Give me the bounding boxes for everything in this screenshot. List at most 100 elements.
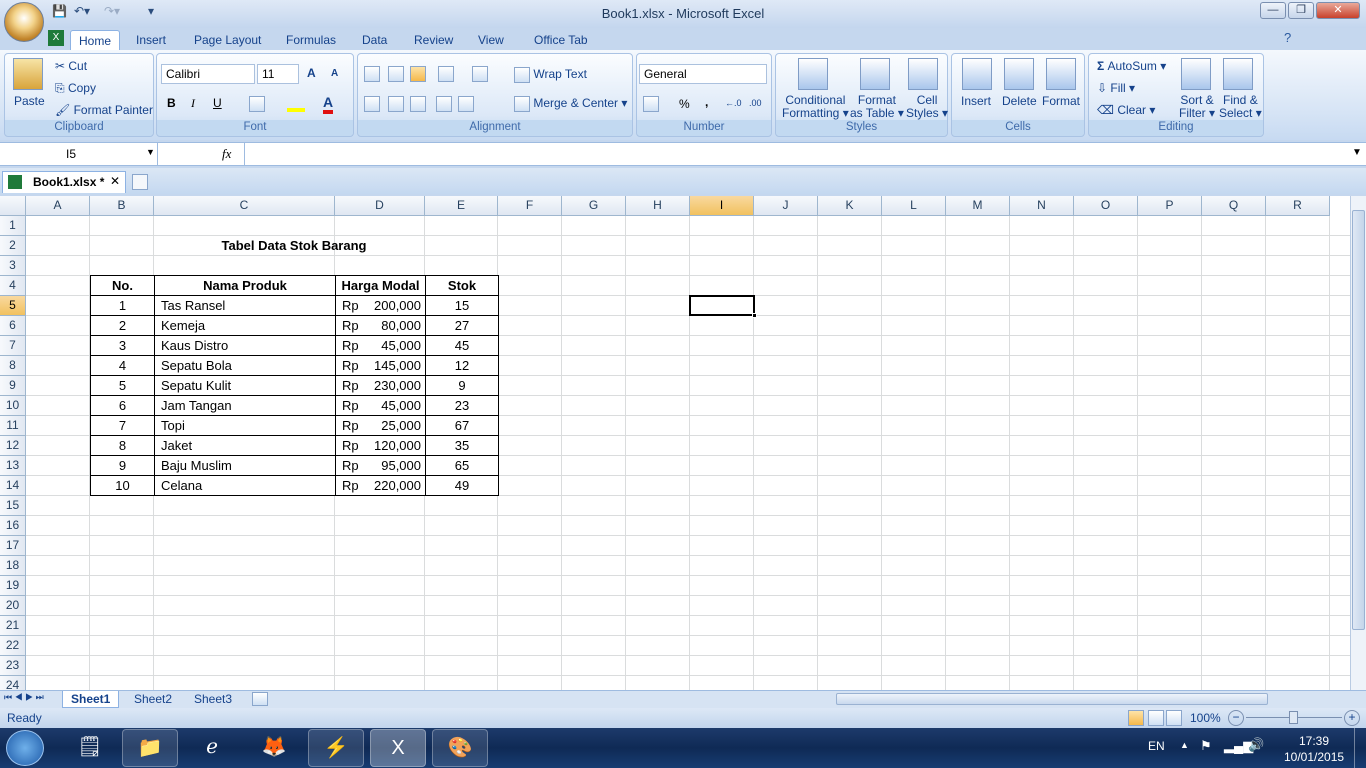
- row-header-8[interactable]: 8: [0, 356, 26, 376]
- maximize-button[interactable]: ❐: [1288, 2, 1314, 19]
- taskbar-paint-icon[interactable]: 🎨: [432, 729, 488, 767]
- format-button[interactable]: Format: [1042, 94, 1080, 108]
- undo-icon[interactable]: ↶▾: [74, 4, 90, 22]
- taskbar-ie-icon[interactable]: ℯ: [184, 729, 240, 767]
- help-icon[interactable]: ?: [1284, 30, 1291, 45]
- format-painter-button[interactable]: 🖌 Format Painter: [55, 103, 153, 117]
- redo-icon[interactable]: ↷▾: [104, 4, 120, 22]
- find-select-button[interactable]: Find & Select ▾: [1219, 94, 1262, 120]
- tab-formulas[interactable]: Formulas: [278, 30, 344, 50]
- taskbar-app-icon[interactable]: ⚡: [308, 729, 364, 767]
- row-header-1[interactable]: 1: [0, 216, 26, 236]
- formula-input[interactable]: [244, 143, 1350, 165]
- zoom-level[interactable]: 100%: [1190, 711, 1221, 725]
- language-indicator[interactable]: EN: [1148, 739, 1165, 753]
- row-header-21[interactable]: 21: [0, 616, 26, 636]
- delete-button[interactable]: Delete: [1002, 94, 1037, 108]
- row-header-7[interactable]: 7: [0, 336, 26, 356]
- decrease-decimal-button[interactable]: .00: [749, 98, 762, 108]
- increase-indent-icon[interactable]: [458, 96, 474, 112]
- currency-icon[interactable]: [643, 96, 659, 112]
- selected-cell-I5[interactable]: [689, 295, 755, 316]
- align-left-icon[interactable]: [364, 96, 380, 112]
- worksheet-grid[interactable]: A B C D E F G H I J K L M N O P Q R 1 2 3 4 5 6 7 8 9 10 11 12 13 14 15 1…: [0, 196, 1350, 690]
- save-icon[interactable]: 💾: [52, 4, 67, 22]
- row-header-23[interactable]: 23: [0, 656, 26, 676]
- copy-button[interactable]: ⎘ Copy: [55, 81, 96, 96]
- tab-page-layout[interactable]: Page Layout: [186, 30, 269, 50]
- insert-function-button[interactable]: fx: [222, 146, 231, 162]
- row-header-20[interactable]: 20: [0, 596, 26, 616]
- text-direction-icon[interactable]: [472, 66, 488, 82]
- close-button[interactable]: ✕: [1316, 2, 1360, 19]
- column-header-K[interactable]: K: [818, 196, 882, 216]
- row-header-10[interactable]: 10: [0, 396, 26, 416]
- minimize-button[interactable]: —: [1260, 2, 1286, 19]
- underline-button[interactable]: U: [213, 96, 222, 110]
- cut-button[interactable]: ✂ Cut: [55, 59, 87, 73]
- clock[interactable]: 17:39 10/01/2015: [1284, 733, 1344, 765]
- italic-button[interactable]: I: [191, 96, 195, 111]
- sheet-tab-sheet1[interactable]: Sheet1: [62, 691, 120, 708]
- column-header-D[interactable]: D: [335, 196, 425, 216]
- font-color-icon[interactable]: A: [323, 94, 334, 114]
- sheet-nav-arrows[interactable]: ⏮ ◀ ▶ ⏭: [4, 692, 44, 703]
- action-center-icon[interactable]: ⚑: [1200, 738, 1212, 754]
- format-as-table-button[interactable]: Format as Table ▾: [850, 94, 904, 120]
- decrease-indent-icon[interactable]: [436, 96, 452, 112]
- row-header-18[interactable]: 18: [0, 556, 26, 576]
- tab-office-tab[interactable]: Office Tab: [526, 30, 596, 50]
- font-size-select[interactable]: 11: [257, 64, 299, 84]
- zoom-out-button[interactable]: −: [1228, 710, 1244, 726]
- column-header-Q[interactable]: Q: [1202, 196, 1266, 216]
- select-all-corner[interactable]: [0, 196, 26, 216]
- clear-button[interactable]: ⌫ Clear ▾: [1097, 103, 1155, 117]
- comma-button[interactable]: ,: [705, 95, 708, 109]
- row-header-3[interactable]: 3: [0, 256, 26, 276]
- show-hidden-icons[interactable]: ▲: [1180, 740, 1189, 750]
- tab-view[interactable]: View: [470, 30, 512, 50]
- volume-icon[interactable]: 🔊: [1248, 737, 1264, 753]
- autosum-button[interactable]: Σ AutoSum ▾: [1097, 59, 1166, 73]
- normal-view-icon[interactable]: [1128, 710, 1144, 726]
- row-header-5[interactable]: 5: [0, 296, 26, 316]
- column-header-M[interactable]: M: [946, 196, 1010, 216]
- column-header-J[interactable]: J: [754, 196, 818, 216]
- fill-handle[interactable]: [752, 313, 757, 318]
- row-header-11[interactable]: 11: [0, 416, 26, 436]
- row-header-14[interactable]: 14: [0, 476, 26, 496]
- column-header-N[interactable]: N: [1010, 196, 1074, 216]
- row-header-17[interactable]: 17: [0, 536, 26, 556]
- column-header-B[interactable]: B: [90, 196, 154, 216]
- increase-decimal-button[interactable]: ←.0: [725, 98, 742, 108]
- zoom-in-button[interactable]: +: [1344, 710, 1360, 726]
- fill-color-icon[interactable]: [287, 96, 305, 112]
- row-header-9[interactable]: 9: [0, 376, 26, 396]
- row-header-22[interactable]: 22: [0, 636, 26, 656]
- borders-icon[interactable]: [249, 96, 265, 112]
- zoom-slider-thumb[interactable]: [1289, 711, 1298, 724]
- name-box[interactable]: I5: [0, 143, 158, 165]
- column-header-L[interactable]: L: [882, 196, 946, 216]
- name-box-dropdown-icon[interactable]: ▼: [146, 147, 155, 157]
- close-doc-tab-icon[interactable]: ✕: [110, 174, 120, 188]
- paste-button[interactable]: Paste: [14, 94, 45, 108]
- customize-qat-icon[interactable]: ▾: [148, 4, 154, 22]
- align-top-icon[interactable]: [364, 66, 380, 82]
- align-right-icon[interactable]: [410, 96, 426, 112]
- row-header-2[interactable]: 2: [0, 236, 26, 256]
- align-center-icon[interactable]: [388, 96, 404, 112]
- tab-home[interactable]: Home: [70, 30, 121, 50]
- column-header-C[interactable]: C: [154, 196, 335, 216]
- column-header-P[interactable]: P: [1138, 196, 1202, 216]
- new-tab-icon[interactable]: [132, 174, 148, 190]
- start-button[interactable]: [6, 730, 44, 766]
- number-format-select[interactable]: General: [639, 64, 767, 84]
- fill-button[interactable]: ⇩ Fill ▾: [1097, 81, 1135, 95]
- align-middle-icon[interactable]: [388, 66, 404, 82]
- sheet-tab-sheet3[interactable]: Sheet3: [186, 691, 240, 708]
- tab-insert[interactable]: Insert: [128, 30, 174, 50]
- column-header-F[interactable]: F: [498, 196, 562, 216]
- column-header-H[interactable]: H: [626, 196, 690, 216]
- sheet-tab-sheet2[interactable]: Sheet2: [126, 691, 180, 708]
